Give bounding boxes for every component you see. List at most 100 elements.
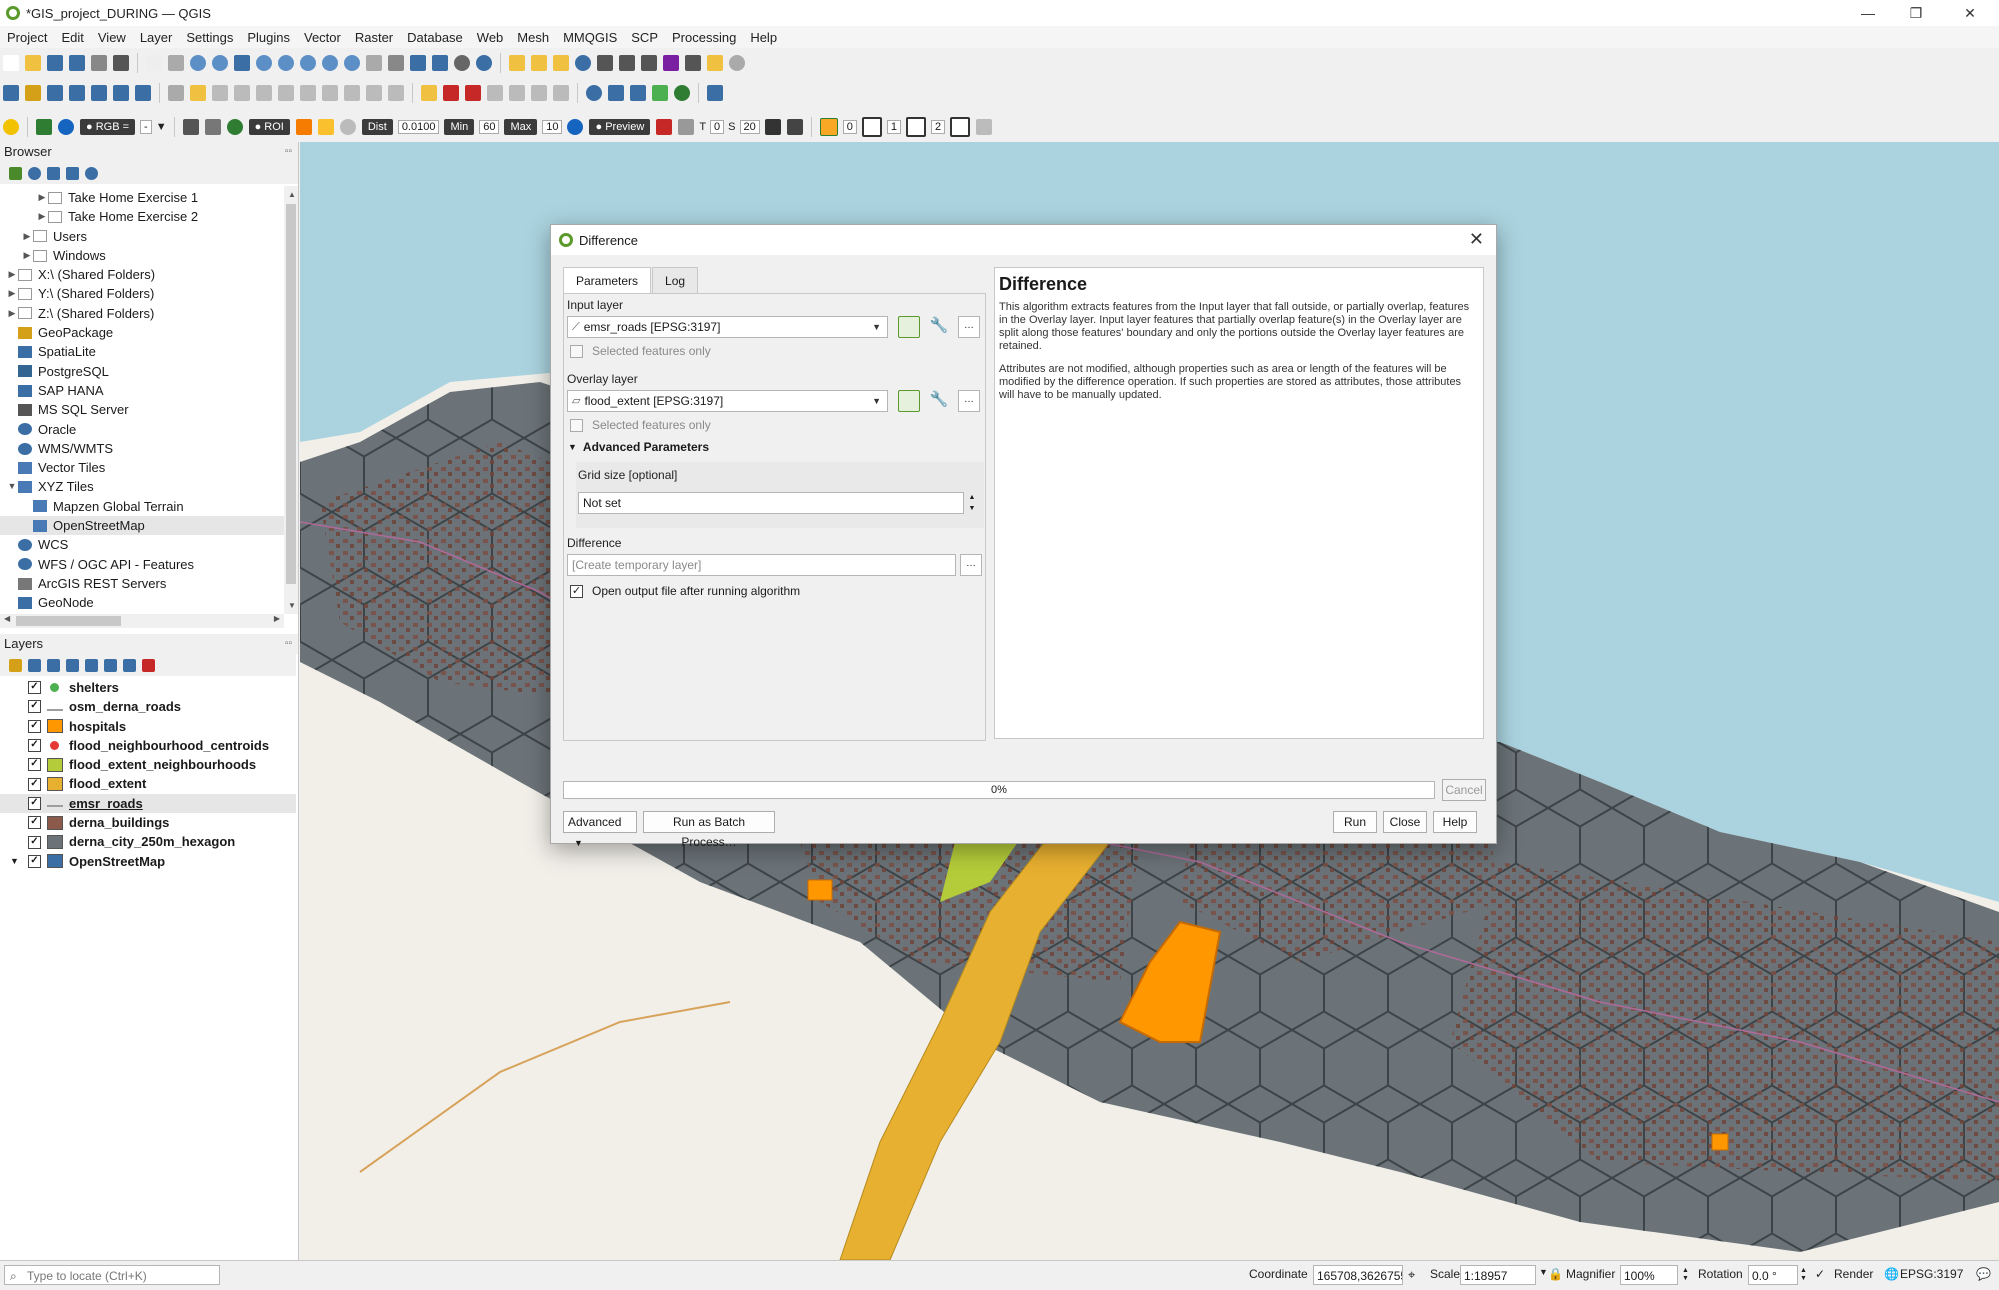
panel-pin-icon[interactable]: ▫▫ [285, 634, 292, 654]
expand-arrow-icon[interactable]: ▶ [6, 265, 18, 284]
collapse-all-icon[interactable] [66, 166, 79, 180]
move-label-icon[interactable] [487, 85, 503, 101]
band-value[interactable]: - [140, 120, 152, 134]
expand-arrow-icon[interactable]: ▶ [21, 227, 33, 246]
difference-output-input[interactable]: [Create temporary layer] [567, 554, 956, 576]
classification-icon[interactable] [656, 119, 673, 135]
edit-icon[interactable] [168, 85, 184, 101]
zoom-layer-icon[interactable] [278, 55, 294, 71]
python-icon[interactable] [608, 85, 624, 101]
layer-visibility-checkbox[interactable]: ✓ [28, 681, 41, 695]
expand-arrow-icon[interactable]: ▶ [6, 284, 18, 303]
menu-item-project[interactable]: Project [0, 30, 54, 45]
add-layer-icon[interactable] [9, 166, 22, 180]
transparency-icon[interactable] [678, 119, 695, 135]
iterate-icon[interactable] [898, 316, 920, 338]
plugin-icon[interactable] [674, 85, 690, 101]
iterate-icon[interactable] [898, 390, 920, 412]
dropdown-icon[interactable]: ▼ [156, 121, 167, 133]
dist-value[interactable]: 0.0100 [397, 120, 440, 134]
rotation-field[interactable]: 0.0 ° [1748, 1265, 1798, 1285]
input-selected-only[interactable]: Selected features only [570, 344, 711, 358]
browser-item[interactable]: Vector Tiles [0, 458, 298, 477]
kml-icon[interactable] [786, 119, 803, 135]
pin-label-icon[interactable] [443, 85, 459, 101]
layer-visibility-checkbox[interactable]: ✓ [28, 777, 41, 791]
tab-parameters[interactable]: Parameters [563, 267, 652, 294]
redo-roi-icon[interactable] [339, 119, 356, 135]
step3-icon[interactable] [950, 117, 971, 137]
layer-visibility-checkbox[interactable]: ✓ [28, 739, 41, 753]
layer-visibility-checkbox[interactable]: ✓ [28, 816, 41, 830]
s-value[interactable]: 20 [739, 120, 760, 134]
close-icon[interactable]: ✕ [1947, 0, 1993, 26]
cut-icon[interactable] [300, 85, 316, 101]
step2-icon[interactable] [906, 117, 927, 137]
roi-pointer-icon[interactable] [295, 119, 312, 135]
delete-icon[interactable] [278, 85, 294, 101]
select-by-value-icon[interactable] [531, 55, 547, 71]
zoom-next-icon[interactable] [344, 55, 360, 71]
bookmark-icon[interactable] [410, 55, 426, 71]
maximize-icon[interactable]: ❐ [1893, 0, 1939, 26]
band-set-icon[interactable] [36, 119, 52, 135]
open-data-source-icon[interactable] [3, 85, 19, 101]
refresh-icon[interactable] [476, 55, 492, 71]
bookmarks-icon[interactable] [432, 55, 448, 71]
menu-item-database[interactable]: Database [400, 30, 470, 45]
browser-item[interactable]: ▼ XYZ Tiles [0, 477, 298, 496]
menu-item-processing[interactable]: Processing [665, 30, 743, 45]
new-project-icon[interactable] [3, 55, 19, 71]
annotation-icon[interactable] [707, 55, 723, 71]
zoom-native-icon[interactable] [300, 55, 316, 71]
overlay-layer-combo[interactable]: ▱ flood_extent [EPSG:3197] ▼ [567, 390, 888, 412]
layer-item[interactable]: ✓ derna_buildings [0, 813, 296, 832]
label-tool-icon[interactable] [421, 85, 437, 101]
expand-arrow-icon[interactable]: ▼ [10, 852, 28, 871]
band-combo[interactable]: ● RGB = [80, 119, 136, 135]
layer-item[interactable]: ✓ emsr_roads [0, 793, 296, 814]
add-group-icon[interactable] [28, 658, 41, 672]
input-layer-more-button[interactable]: … [958, 316, 980, 338]
menu-item-plugins[interactable]: Plugins [240, 30, 297, 45]
run-button[interactable]: Run [1333, 811, 1377, 833]
spin-b[interactable]: 1 [886, 120, 902, 134]
browser-hscrollbar[interactable]: ◀ ▶ [0, 614, 284, 628]
collapse-layers-icon[interactable] [123, 658, 136, 672]
identify-icon[interactable] [575, 55, 591, 71]
attribute-table-icon[interactable] [597, 55, 613, 71]
browser-item[interactable]: ArcGIS REST Servers [0, 574, 298, 593]
browser-item[interactable]: ▶ Users [0, 227, 298, 246]
layer-item[interactable]: ✓ derna_city_250m_hexagon [0, 832, 296, 851]
layer-visibility-checkbox[interactable]: ✓ [28, 854, 41, 868]
preview-button[interactable]: ● Preview [589, 119, 651, 135]
save-project-icon[interactable] [47, 55, 63, 71]
sum-icon[interactable] [663, 55, 679, 71]
open-project-icon[interactable] [25, 55, 41, 71]
rotate-label-icon[interactable] [509, 85, 525, 101]
browser-item[interactable]: GeoNode [0, 593, 298, 612]
expand-all-icon[interactable] [104, 658, 117, 672]
new-temp-layer-icon[interactable] [69, 85, 85, 101]
visibility-icon[interactable] [47, 658, 60, 672]
layer-item[interactable]: ▼ ✓ OpenStreetMap [0, 852, 296, 871]
panel-pin-icon[interactable]: ▫▫ [285, 142, 292, 162]
browser-item[interactable]: ▶ Take Home Exercise 1 [0, 188, 298, 207]
wrench-icon[interactable]: 🔧 [928, 316, 950, 338]
expand-arrow-icon[interactable]: ▶ [36, 188, 48, 207]
paste-icon[interactable] [344, 85, 360, 101]
zoom-last-icon[interactable] [322, 55, 338, 71]
layer-item[interactable]: ✓ shelters [0, 678, 296, 697]
browser-item[interactable]: ▶ Take Home Exercise 2 [0, 207, 298, 226]
deselect-icon[interactable] [553, 55, 569, 71]
help-button[interactable]: Help [1433, 811, 1477, 833]
menu-item-settings[interactable]: Settings [179, 30, 240, 45]
browser-item[interactable]: ▶ Y:\ (Shared Folders) [0, 284, 298, 303]
field-calculator-icon[interactable] [619, 55, 635, 71]
roi-tool-icon[interactable] [182, 119, 199, 135]
browser-item[interactable]: PostgreSQL [0, 362, 298, 381]
browser-item[interactable]: Oracle [0, 420, 298, 439]
spin-a[interactable]: 0 [842, 120, 857, 134]
new-gpkg-icon[interactable] [25, 85, 41, 101]
close-button[interactable]: Close [1383, 811, 1427, 833]
